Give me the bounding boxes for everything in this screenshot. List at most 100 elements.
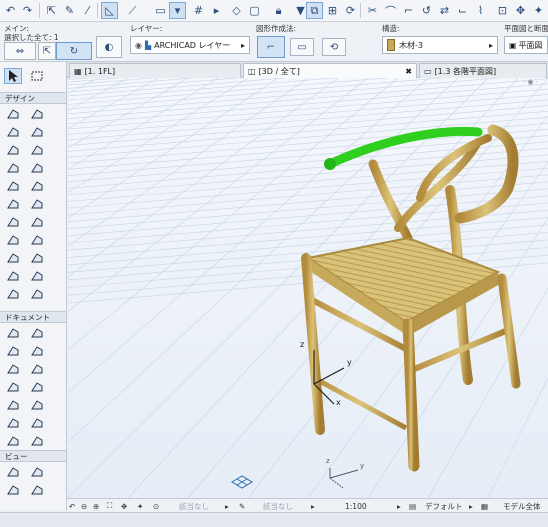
stretch-icon[interactable]: ⊡ bbox=[494, 2, 511, 19]
tab-floor-plan[interactable]: ▦ [1. 1FL] bbox=[69, 63, 241, 78]
layer-icon[interactable]: ▭ bbox=[152, 2, 169, 19]
scissors-icon[interactable]: ✂ bbox=[364, 2, 381, 19]
elevation-tool-icon[interactable] bbox=[28, 464, 46, 480]
line-tool-icon[interactable] bbox=[28, 268, 46, 284]
zoom-in-icon[interactable]: ⊕ bbox=[93, 499, 99, 513]
link-icon[interactable]: ⧉ bbox=[306, 2, 323, 19]
radial-dim-tool-icon[interactable] bbox=[28, 343, 46, 359]
circle-tool-icon[interactable] bbox=[4, 397, 22, 413]
explode-icon[interactable]: ✦ bbox=[530, 2, 547, 19]
object-tool-icon[interactable] bbox=[4, 214, 22, 230]
model-value[interactable]: モデル全体 bbox=[503, 499, 541, 513]
3d-viewport[interactable]: z y x z y · ◉ · bbox=[68, 78, 548, 498]
level-dim-tool-icon[interactable] bbox=[4, 343, 22, 359]
guide-icon[interactable]: ⟋ bbox=[124, 2, 141, 19]
fill-tool-icon[interactable] bbox=[4, 379, 22, 395]
morph-tool-icon[interactable] bbox=[28, 160, 46, 176]
beam-tool-icon[interactable] bbox=[4, 124, 22, 140]
door-tool-icon[interactable] bbox=[4, 196, 22, 212]
polyline-icon[interactable]: ⌇ bbox=[472, 2, 489, 19]
na-status-2[interactable]: 該当なし bbox=[263, 499, 293, 513]
measure-icon[interactable]: ⁄ bbox=[79, 2, 96, 19]
column-tool-icon[interactable] bbox=[28, 106, 46, 122]
slab-tool-icon[interactable] bbox=[28, 124, 46, 140]
fill-tool-icon[interactable] bbox=[4, 268, 22, 284]
lamp-tool-icon[interactable] bbox=[28, 214, 46, 230]
snap-icon[interactable]: ▸ bbox=[208, 2, 225, 19]
layer-combo-icon[interactable]: ▤ bbox=[409, 499, 416, 513]
structure-dropdown[interactable]: 木材-3 ▸ bbox=[382, 36, 498, 54]
redo-icon[interactable]: ↷ bbox=[19, 2, 36, 19]
label-tool-icon[interactable] bbox=[28, 361, 46, 377]
geometry-rect-button[interactable]: ▭ bbox=[290, 38, 314, 56]
fit-window-icon[interactable]: ⛶ bbox=[107, 499, 112, 513]
angle-dim-tool-icon[interactable] bbox=[28, 325, 46, 341]
move-icon[interactable]: ✥ bbox=[512, 2, 529, 19]
frame-icon[interactable]: ▢ bbox=[246, 2, 263, 19]
orbit-icon[interactable]: ✥ bbox=[121, 499, 127, 513]
trim-icon[interactable]: ⌙ bbox=[454, 2, 471, 19]
polyline-tool-icon[interactable] bbox=[4, 286, 22, 302]
marquee-icon[interactable] bbox=[28, 68, 46, 84]
view-header[interactable]: ビュー bbox=[0, 450, 66, 462]
railing-tool-icon[interactable] bbox=[28, 178, 46, 194]
close-icon[interactable]: ✖ bbox=[405, 67, 412, 76]
grid-icon[interactable]: # bbox=[190, 2, 207, 19]
arc-tool-icon[interactable] bbox=[28, 397, 46, 413]
worksheet-tool-icon[interactable] bbox=[28, 482, 46, 498]
design-header[interactable]: デザイン bbox=[0, 92, 66, 104]
pen-icon[interactable]: ✎ bbox=[239, 499, 245, 513]
lock-icon[interactable]: 🔒︎ bbox=[270, 2, 287, 19]
tab-3d[interactable]: ◫ [3D / 全て] ✖ bbox=[243, 63, 417, 78]
interior-elevation-tool-icon[interactable] bbox=[4, 482, 22, 498]
eyedropper-icon[interactable]: ✎ bbox=[61, 2, 78, 19]
line-tool-icon[interactable] bbox=[28, 379, 46, 395]
model-view-icon[interactable]: ▦ bbox=[481, 499, 488, 513]
scale-value[interactable]: 1:100 bbox=[345, 499, 367, 513]
walk-icon[interactable]: ✦ bbox=[137, 499, 143, 513]
layer-dropdown[interactable]: ◉ ▙ ARCHICAD レイヤー ▸ bbox=[130, 36, 250, 54]
tab-story-plan[interactable]: ▭ [1.3 各階平面図] bbox=[419, 63, 547, 78]
hotspot-tool-icon[interactable] bbox=[28, 415, 46, 431]
floor-icon[interactable]: ◐ bbox=[96, 36, 122, 58]
angle-icon[interactable]: ◺ bbox=[101, 2, 118, 19]
roof-tool-icon[interactable] bbox=[4, 142, 22, 158]
chevron-right-icon[interactable]: ▸ bbox=[397, 499, 401, 513]
selection-handle[interactable] bbox=[324, 158, 336, 170]
opening-tool-icon[interactable] bbox=[28, 250, 46, 266]
window-tool-icon[interactable] bbox=[28, 196, 46, 212]
offset-icon[interactable]: ⌐ bbox=[400, 2, 417, 19]
arrow-icon[interactable]: ⇱ bbox=[38, 42, 56, 60]
document-header[interactable]: ドキュメント bbox=[0, 311, 66, 323]
chevron-right-icon[interactable]: ▸ bbox=[225, 499, 229, 513]
zone-tool-icon[interactable] bbox=[4, 232, 22, 248]
pick-icon[interactable]: ⇱ bbox=[43, 2, 60, 19]
rotate-icon[interactable]: ⟳ bbox=[342, 2, 359, 19]
fillet-icon[interactable]: ↺ bbox=[418, 2, 435, 19]
curtain-wall-tool-icon[interactable] bbox=[28, 232, 46, 248]
zoom-out-icon[interactable]: ⊖ bbox=[81, 499, 87, 513]
undo-view-icon[interactable]: ↶ bbox=[69, 499, 75, 513]
undo-icon[interactable]: ↶ bbox=[2, 2, 19, 19]
element-select-button[interactable]: ⇔ bbox=[4, 42, 36, 60]
default-value[interactable]: デフォルト bbox=[425, 499, 463, 513]
dimension-tool-icon[interactable] bbox=[4, 325, 22, 341]
rotate-select-button[interactable]: ↻ bbox=[56, 42, 92, 60]
camera-icon[interactable]: ⊙ bbox=[153, 499, 159, 513]
geometry-rotate-button[interactable]: ⟲ bbox=[322, 38, 346, 56]
shell-tool-icon[interactable] bbox=[28, 142, 46, 158]
arrow-select-icon[interactable] bbox=[4, 68, 22, 84]
spline-tool-icon[interactable] bbox=[28, 286, 46, 302]
chevron-right-icon[interactable]: ▸ bbox=[311, 499, 315, 513]
skylight-tool-icon[interactable] bbox=[4, 250, 22, 266]
figure-tool-icon[interactable] bbox=[4, 433, 22, 449]
stair-tool-icon[interactable] bbox=[4, 178, 22, 194]
na-status-1[interactable]: 該当なし bbox=[179, 499, 209, 513]
chevron-right-icon[interactable]: ▸ bbox=[469, 499, 473, 513]
spline-tool-icon[interactable] bbox=[4, 415, 22, 431]
wall-tool-icon[interactable] bbox=[4, 106, 22, 122]
layer-filter-icon[interactable]: ▾ bbox=[169, 2, 186, 19]
split-icon[interactable]: ⇄ bbox=[436, 2, 453, 19]
section-tool-icon[interactable] bbox=[4, 464, 22, 480]
geometry-straight-button[interactable]: ⌐ bbox=[257, 36, 285, 58]
